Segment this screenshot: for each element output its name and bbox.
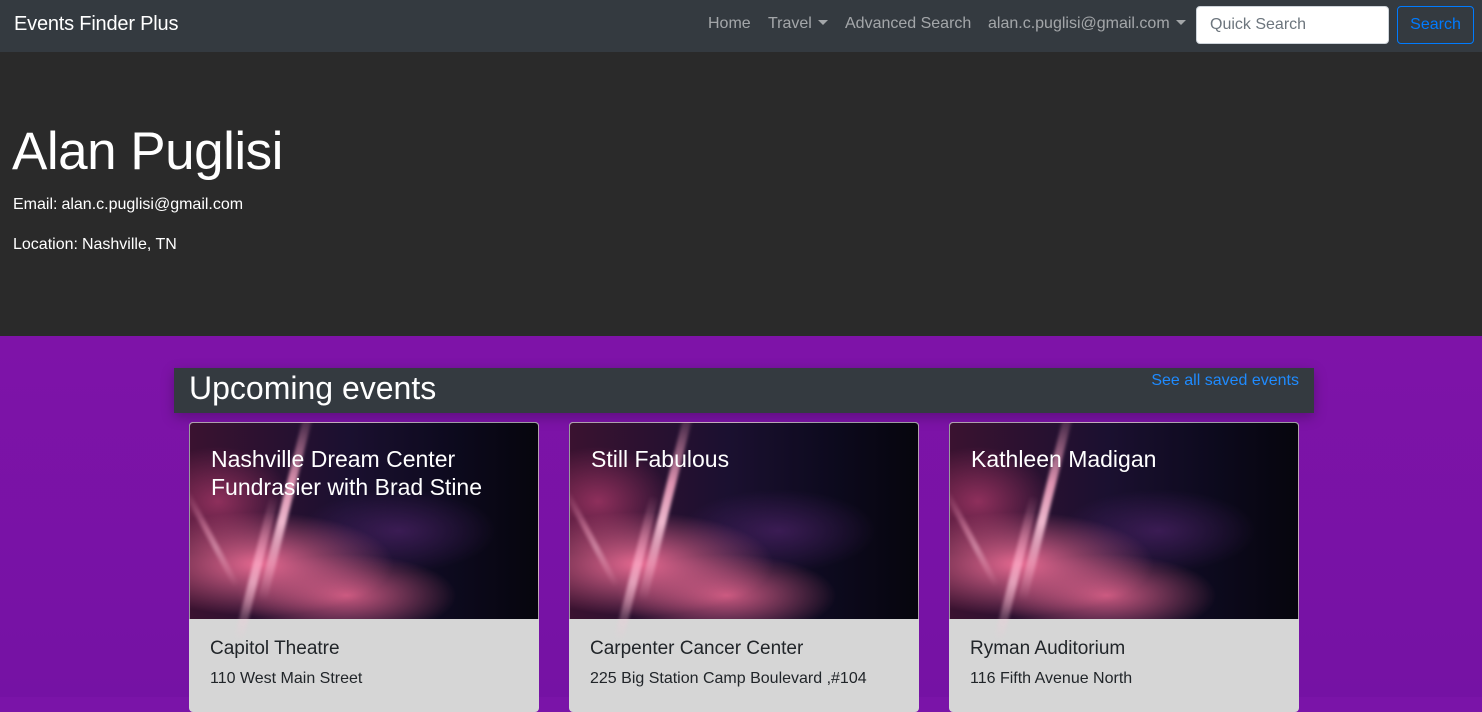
event-card-title[interactable]: Nashville Dream Center Fundrasier with B…: [211, 445, 526, 501]
see-all-saved-events-link[interactable]: See all saved events: [1151, 372, 1299, 390]
profile-email-line: Email: alan.c.puglisi@gmail.com: [13, 196, 243, 214]
profile-location-value: Nashville, TN: [81, 236, 177, 253]
nav-travel-dropdown[interactable]: Travel: [768, 15, 828, 33]
events-heading: Upcoming events: [189, 370, 437, 406]
event-card-venue: Carpenter Cancer Center: [590, 638, 804, 659]
profile-email-label: Email:: [13, 196, 58, 213]
profile-name: Alan Puglisi: [12, 122, 283, 181]
event-card-venue: Capitol Theatre: [210, 638, 340, 659]
profile-location-label: Location:: [13, 236, 78, 253]
nav-user-dropdown[interactable]: alan.c.puglisi@gmail.com: [988, 15, 1186, 33]
event-card[interactable]: Kathleen Madigan Ryman Auditorium 116 Fi…: [949, 422, 1299, 712]
event-card[interactable]: Still Fabulous Carpenter Cancer Center 2…: [569, 422, 919, 712]
event-card-venue: Ryman Auditorium: [970, 638, 1126, 659]
profile-location-line: Location: Nashville, TN: [13, 236, 177, 254]
caret-down-icon: [1175, 20, 1186, 25]
events-header-bar: Upcoming events See all saved events: [174, 368, 1314, 413]
profile-email-value: alan.c.puglisi@gmail.com: [61, 196, 244, 213]
nav-home-link[interactable]: Home: [708, 15, 751, 33]
event-card-image: Nashville Dream Center Fundrasier with B…: [189, 422, 539, 642]
event-card-image: Still Fabulous: [569, 422, 919, 642]
stage-light-beam: [189, 488, 240, 588]
caret-down-icon: [817, 20, 828, 25]
event-card[interactable]: Nashville Dream Center Fundrasier with B…: [189, 422, 539, 712]
search-button[interactable]: Search: [1397, 6, 1474, 44]
nav-user-label: alan.c.puglisi@gmail.com: [988, 15, 1170, 32]
event-card-title[interactable]: Still Fabulous: [591, 445, 906, 473]
top-navbar: Events Finder Plus Home Travel Advanced …: [0, 0, 1482, 52]
stage-light-beam: [949, 488, 1000, 588]
event-card-address: 225 Big Station Camp Boulevard ,#104: [590, 670, 867, 687]
events-section: Upcoming events See all saved events Nas…: [0, 336, 1482, 712]
quick-search-input[interactable]: [1196, 6, 1389, 44]
event-card-image: Kathleen Madigan: [949, 422, 1299, 642]
profile-hero: Alan Puglisi Email: alan.c.puglisi@gmail.…: [0, 52, 1482, 336]
stage-light-beam: [569, 488, 620, 588]
nav-travel-label: Travel: [768, 15, 812, 32]
nav-advanced-search-link[interactable]: Advanced Search: [845, 15, 971, 33]
event-card-address: 110 West Main Street: [210, 670, 363, 687]
event-card-title[interactable]: Kathleen Madigan: [971, 445, 1286, 473]
event-card-address: 116 Fifth Avenue North: [970, 670, 1133, 687]
